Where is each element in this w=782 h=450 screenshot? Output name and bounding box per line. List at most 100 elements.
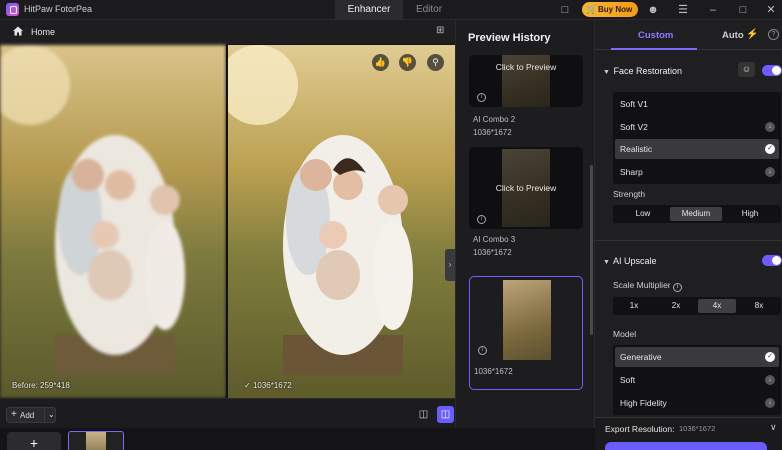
strength-high[interactable]: High	[724, 207, 776, 221]
after-size: 1036*1672	[252, 381, 292, 390]
title-bar: HitPaw FotorPea Enhancer Editor □ 🛒 Buy …	[0, 0, 782, 20]
info-icon[interactable]: i	[673, 283, 683, 292]
scale-multiplier-text: Scale Multiplier	[613, 280, 671, 290]
close-icon[interactable]: ✕	[764, 3, 778, 17]
image-canvas: Before: 259*418 ✓ 1036*1672 👍 👎 ⚲ ›	[0, 44, 455, 398]
before-image	[0, 45, 226, 398]
download-icon[interactable]: ↓	[765, 398, 775, 408]
home-label[interactable]: Home	[31, 27, 55, 37]
add-image-button[interactable]: +	[7, 432, 61, 450]
option-label: Soft V1	[620, 99, 648, 109]
history-card[interactable]: Click to Preview i	[469, 55, 583, 107]
info-icon[interactable]: i	[477, 215, 486, 224]
home-bar: Home ⊞	[0, 20, 455, 44]
scale-4x[interactable]: 4x	[698, 299, 736, 313]
settings-panel: Custom Auto ⚡ ? ▼ Face Restoration ☺ Sof…	[595, 20, 782, 450]
split-view-icon[interactable]: ◫	[437, 406, 454, 423]
minimize-icon[interactable]: –	[706, 3, 720, 17]
click-to-preview-label: Click to Preview	[495, 62, 557, 72]
tab-auto[interactable]: Auto	[722, 30, 744, 41]
history-name: AI Combo 3	[473, 235, 516, 244]
history-title: Preview History	[468, 32, 551, 44]
add-button[interactable]: + Add ⌄	[6, 407, 56, 423]
check-icon: ✓	[765, 144, 775, 154]
plus-icon: +	[11, 409, 17, 420]
option-realistic[interactable]: Realistic ✓	[615, 139, 779, 159]
home-icon[interactable]	[12, 25, 24, 37]
history-card-selected[interactable]: i 1036*1672	[469, 276, 583, 390]
history-scrollbar[interactable]	[590, 165, 593, 335]
model-generative[interactable]: Generative ✓	[615, 347, 779, 367]
strength-medium[interactable]: Medium	[670, 207, 722, 221]
download-icon[interactable]: ↓	[765, 375, 775, 385]
check-icon: ✓	[765, 352, 775, 362]
option-sharp[interactable]: Sharp ↓	[615, 162, 779, 182]
face-restoration-toggle[interactable]	[762, 65, 782, 76]
model-label: Model	[613, 329, 637, 339]
option-label: Soft V2	[620, 122, 648, 132]
thumbs-down-icon[interactable]: 👎	[399, 54, 416, 71]
tab-editor[interactable]: Editor	[404, 0, 454, 20]
upscale-model-list: Generative ✓ Soft ↓ High Fidelity ↓	[613, 345, 781, 415]
app-name: HitPaw FotorPea	[24, 4, 93, 14]
option-soft-v2[interactable]: Soft V2 ↓	[615, 117, 779, 137]
option-label: High Fidelity	[620, 398, 667, 408]
download-icon[interactable]: ↓	[765, 167, 775, 177]
user-icon[interactable]: ☻	[646, 3, 660, 17]
chat-icon[interactable]: □	[558, 3, 572, 17]
buy-now-button[interactable]: 🛒 Buy Now	[582, 2, 638, 17]
history-name: AI Combo 2	[473, 115, 516, 124]
info-icon[interactable]: i	[477, 93, 486, 102]
zoom-icon[interactable]: ⚲	[427, 54, 444, 71]
face-restoration-title: Face Restoration	[613, 66, 683, 76]
help-icon[interactable]: ?	[768, 29, 779, 40]
section-divider	[595, 240, 782, 241]
crop-icon[interactable]: ⊞	[436, 25, 448, 37]
panel-tabs: Custom Auto ⚡ ?	[595, 20, 782, 50]
scale-multiplier-label: Scale Multiplier i	[613, 280, 683, 292]
history-size: 1036*1672	[473, 128, 512, 137]
scale-selector: 1x 2x 4x 8x	[613, 297, 781, 315]
thumbs-up-icon[interactable]: 👍	[372, 54, 389, 71]
preview-history-panel: Preview History Click to Preview i AI Co…	[455, 20, 595, 428]
scale-8x[interactable]: 8x	[740, 299, 778, 313]
after-image	[228, 45, 455, 398]
ai-upscale-toggle[interactable]	[762, 255, 782, 266]
maximize-icon[interactable]: □	[736, 3, 750, 17]
info-icon[interactable]: i	[478, 346, 487, 355]
download-icon[interactable]: ↓	[765, 122, 775, 132]
menu-icon[interactable]: ☰	[676, 3, 690, 17]
before-label: Before: 259*418	[12, 381, 70, 390]
history-size: 1036*1672	[473, 248, 512, 257]
app-logo-icon	[6, 3, 19, 16]
export-button[interactable]	[605, 442, 767, 450]
thumbnail-strip: +	[0, 428, 595, 450]
model-high-fidelity[interactable]: High Fidelity ↓	[615, 393, 779, 413]
face-restoration-header[interactable]: ▼ Face Restoration	[603, 66, 682, 76]
model-soft[interactable]: Soft ↓	[615, 370, 779, 390]
strength-low[interactable]: Low	[617, 207, 669, 221]
export-resolution-value: 1036*1672	[679, 424, 716, 433]
chevron-right-icon[interactable]: ›	[445, 249, 455, 281]
option-soft-v1[interactable]: Soft V1	[615, 94, 779, 114]
ai-upscale-header[interactable]: ▼ AI Upscale	[603, 256, 657, 266]
face-icon[interactable]: ☺	[738, 62, 755, 77]
chevron-double-down-icon[interactable]: ∨	[770, 422, 777, 433]
chevron-down-icon[interactable]: ⌄	[44, 409, 55, 423]
scale-1x[interactable]: 1x	[615, 299, 653, 313]
strength-label: Strength	[613, 189, 646, 199]
buy-now-label: Buy Now	[598, 5, 633, 14]
tab-enhancer[interactable]: Enhancer	[335, 0, 403, 20]
tab-underline	[611, 48, 697, 50]
history-size: 1036*1672	[474, 367, 513, 376]
strength-selector: Low Medium High	[613, 205, 781, 223]
history-card[interactable]: Click to Preview i	[469, 147, 583, 229]
face-model-list: Soft V1 Soft V2 ↓ Realistic ✓ Sharp ↓	[613, 92, 781, 184]
chevron-down-icon: ▼	[603, 259, 610, 266]
lightning-icon: ⚡	[746, 29, 759, 40]
click-to-preview-label: Click to Preview	[495, 183, 557, 193]
single-view-icon[interactable]: ◫	[415, 406, 432, 423]
thumbnail-image[interactable]	[68, 431, 124, 450]
tab-custom[interactable]: Custom	[638, 30, 673, 41]
scale-2x[interactable]: 2x	[657, 299, 695, 313]
